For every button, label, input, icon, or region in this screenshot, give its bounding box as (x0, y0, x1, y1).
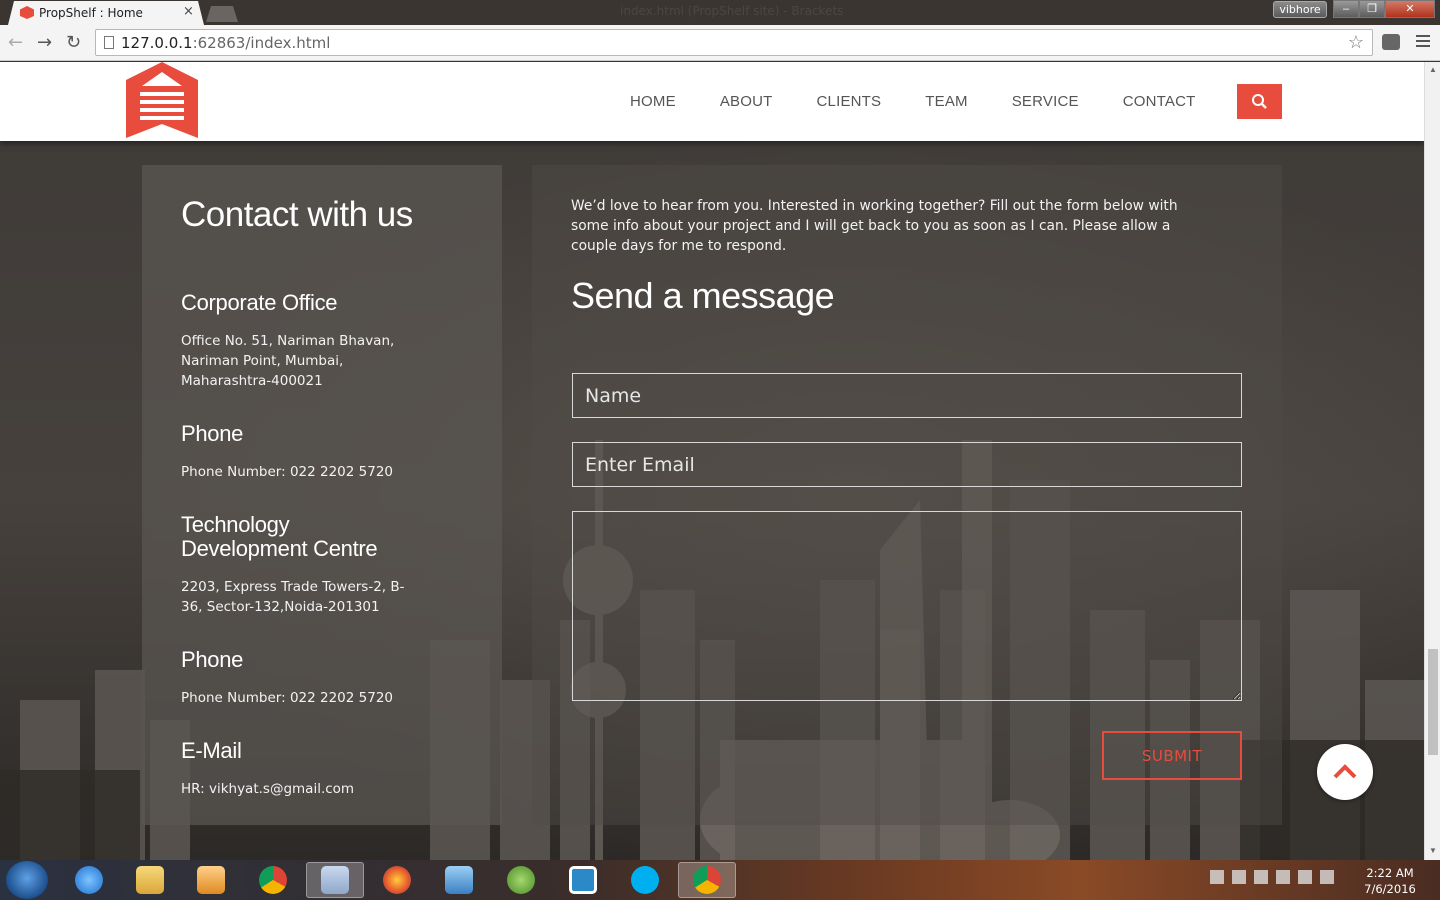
message-form-panel: We’d love to hear from you. Interested i… (532, 165, 1282, 825)
address-line: Maharashtra-400021 (181, 373, 323, 389)
email-input[interactable] (572, 442, 1242, 487)
window-titlebar: PropShelf : Home × index.html (PropShelf… (0, 0, 1440, 25)
forward-icon[interactable]: → (37, 32, 52, 53)
name-input[interactable] (572, 373, 1242, 418)
windows-flag-icon[interactable] (1232, 870, 1246, 884)
start-button[interactable] (6, 861, 48, 899)
taskbar-clock[interactable]: 2:22 AM 7/6/2016 (1360, 865, 1420, 897)
corporate-office-heading: Corporate Office (181, 290, 338, 315)
url-host: 127.0.0.1 (121, 34, 193, 52)
firefox-icon[interactable] (368, 862, 426, 898)
nav-contact[interactable]: CONTACT (1123, 93, 1196, 110)
menu-icon[interactable] (1416, 35, 1430, 47)
phone-number: Phone Number: 022 2202 5720 (181, 464, 394, 480)
media-player-icon[interactable] (182, 862, 240, 898)
close-window-icon[interactable]: ✕ (1385, 0, 1435, 18)
tech-centre-heading: Technology (181, 512, 290, 537)
nav-home[interactable]: HOME (630, 93, 676, 110)
propshelf-logo[interactable] (126, 62, 198, 140)
explorer-icon[interactable] (121, 862, 179, 898)
address-line: Nariman Point, Mumbai, (181, 353, 344, 369)
tech-centre-heading: Development Centre (181, 536, 378, 561)
windows-taskbar: 2:22 AM 7/6/2016 (0, 860, 1440, 900)
incognito-extension-icon[interactable] (1382, 34, 1400, 50)
tab-title: PropShelf : Home (39, 6, 143, 20)
site-header: HOME ABOUT CLIENTS TEAM SERVICE CONTACT (0, 62, 1424, 141)
show-hidden-icons-icon[interactable] (1210, 870, 1224, 884)
minimize-icon[interactable]: – (1333, 0, 1359, 18)
scroll-down-icon[interactable]: ▼ (1429, 846, 1437, 855)
battery-icon[interactable] (1298, 870, 1312, 884)
bookmark-star-icon[interactable]: ☆ (1348, 32, 1364, 53)
action-center-icon[interactable] (1254, 870, 1268, 884)
nav-clients[interactable]: CLIENTS (817, 93, 882, 110)
search-button[interactable] (1237, 84, 1282, 119)
tab-close-icon[interactable]: × (183, 4, 194, 19)
clock-date: 7/6/2016 (1364, 882, 1416, 896)
scroll-to-top-button[interactable] (1317, 744, 1373, 800)
email-heading: E-Mail (181, 738, 242, 763)
message-textarea[interactable] (572, 511, 1242, 701)
address-line: 2203, Express Trade Towers-2, B- (181, 579, 405, 595)
brackets-icon[interactable] (554, 862, 612, 898)
contact-title: Contact with us (181, 195, 413, 234)
control-panel-icon[interactable] (430, 862, 488, 898)
nav-service[interactable]: SERVICE (1012, 93, 1079, 110)
skype-icon[interactable] (616, 862, 674, 898)
address-line: Office No. 51, Nariman Bhavan, (181, 333, 395, 349)
address-line: 36, Sector-132,Noida-201301 (181, 599, 380, 615)
browser-toolbar: ← → ↻ 127.0.0.1:62863/index.html ☆ (0, 25, 1440, 61)
volume-icon[interactable] (1320, 870, 1334, 884)
new-tab-button[interactable] (206, 6, 238, 22)
ie-icon[interactable] (60, 862, 118, 898)
reload-icon[interactable]: ↻ (66, 32, 81, 53)
android-studio-icon[interactable] (492, 862, 550, 898)
contact-info-panel: Contact with us Corporate Office Office … (142, 165, 502, 825)
address-bar[interactable]: 127.0.0.1:62863/index.html ☆ (95, 29, 1373, 56)
search-icon (1252, 94, 1267, 109)
email-address[interactable]: HR: vikhyat.s@gmail.com (181, 779, 354, 799)
chrome-icon[interactable] (244, 862, 302, 898)
nav-team[interactable]: TEAM (925, 93, 967, 110)
chrome-user-icon[interactable] (678, 862, 736, 898)
form-title: Send a message (571, 275, 835, 316)
propshelf-favicon-icon (20, 6, 34, 19)
paint-icon[interactable] (306, 862, 364, 898)
chevron-up-icon (1333, 764, 1357, 779)
window-title: index.html (PropShelf site) - Brackets (620, 4, 844, 18)
submit-button[interactable]: SUBMIT (1102, 731, 1242, 780)
network-icon[interactable] (1276, 870, 1290, 884)
page-icon (104, 36, 114, 49)
system-tray[interactable] (1210, 870, 1334, 884)
page-scrollbar[interactable]: ▲ ▼ (1424, 62, 1440, 860)
form-intro-text: We’d love to hear from you. Interested i… (571, 198, 1178, 254)
scroll-thumb[interactable] (1428, 649, 1438, 755)
phone-heading: Phone (181, 647, 244, 672)
scroll-up-icon[interactable]: ▲ (1429, 65, 1437, 74)
clock-time: 2:22 AM (1366, 866, 1414, 880)
restore-icon[interactable]: ❐ (1359, 0, 1385, 18)
profile-button[interactable]: vibhore (1273, 1, 1327, 18)
phone-number: Phone Number: 022 2202 5720 (181, 690, 394, 706)
page-viewport: HOME ABOUT CLIENTS TEAM SERVICE CONTACT … (0, 62, 1424, 860)
nav-about[interactable]: ABOUT (720, 93, 773, 110)
url-path: :62863/index.html (192, 34, 331, 52)
main-nav: HOME ABOUT CLIENTS TEAM SERVICE CONTACT (630, 93, 1240, 110)
phone-heading: Phone (181, 421, 244, 446)
back-icon[interactable]: ← (8, 32, 23, 53)
